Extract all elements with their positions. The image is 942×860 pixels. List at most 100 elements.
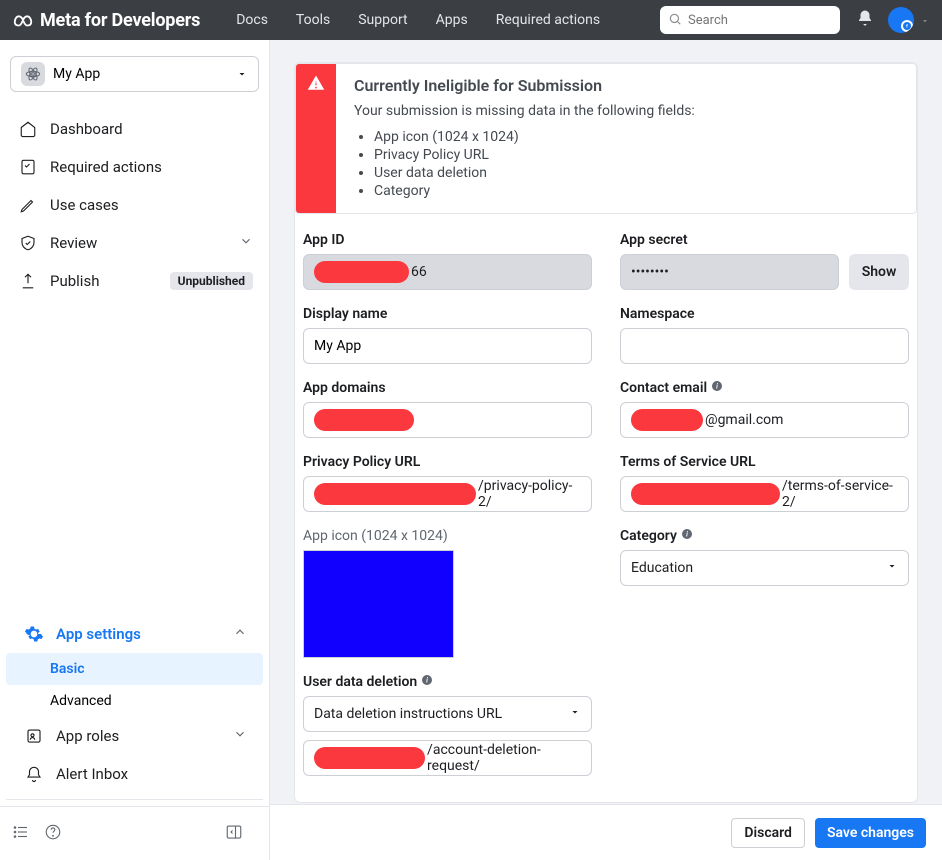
alert-title: Currently Ineligible for Submission	[354, 76, 695, 95]
redacted-block	[631, 483, 780, 505]
user-data-deletion-label: User data deletion i	[303, 674, 592, 690]
redacted-block	[314, 747, 425, 769]
app-icon-preview[interactable]	[303, 550, 454, 658]
namespace-label: Namespace	[620, 306, 909, 322]
app-secret-label: App secret	[620, 232, 909, 248]
sidebar-item-alert-inbox[interactable]: Alert Inbox	[12, 755, 257, 793]
tos-url-input[interactable]: /terms-of-service-2/	[620, 476, 909, 512]
category-label: Category i	[620, 528, 909, 544]
udd-url-input[interactable]: /account-deletion-request/	[303, 740, 592, 776]
udd-type-select[interactable]: Data deletion instructions URL	[303, 696, 592, 732]
caret-down-icon	[569, 706, 581, 722]
search-input[interactable]	[688, 13, 832, 28]
chevron-down-icon	[233, 727, 247, 745]
topnav-apps[interactable]: Apps	[436, 12, 468, 28]
tos-url-suffix: /terms-of-service-2/	[782, 478, 898, 510]
topnav-required-actions[interactable]: Required actions	[496, 12, 600, 28]
sidebar-item-label: Use cases	[50, 196, 119, 214]
sidebar-item-required-actions[interactable]: Required actions	[6, 148, 263, 186]
discard-button[interactable]: Discard	[731, 818, 805, 848]
topnav-docs[interactable]: Docs	[236, 12, 268, 28]
udd-url-suffix: /account-deletion-request/	[427, 742, 581, 774]
caret-down-icon	[920, 11, 930, 30]
sidebar-sub-basic[interactable]: Basic	[6, 653, 263, 685]
topnav-support[interactable]: Support	[358, 12, 407, 28]
app-domains-input[interactable]	[303, 402, 592, 438]
udd-type-value: Data deletion instructions URL	[314, 706, 502, 722]
collapse-panel-icon[interactable]	[225, 823, 243, 845]
info-icon[interactable]: i	[681, 528, 693, 544]
sidebar-item-use-cases[interactable]: Use cases	[6, 186, 263, 224]
save-changes-button[interactable]: Save changes	[815, 818, 926, 848]
redacted-block	[314, 409, 414, 431]
app-domains-label: App domains	[303, 380, 592, 396]
list-icon[interactable]	[12, 823, 30, 845]
privacy-url-suffix: /privacy-policy-2/	[478, 478, 581, 510]
alert-warning-icon	[296, 64, 336, 213]
category-select[interactable]: Education	[620, 550, 909, 586]
namespace-input[interactable]	[620, 328, 909, 364]
pencil-icon	[16, 196, 40, 214]
app-id-field[interactable]: 66	[303, 254, 592, 290]
svg-text:i: i	[716, 383, 718, 391]
sidebar-item-publish[interactable]: Publish Unpublished	[6, 262, 263, 300]
sidebar-item-label: Dashboard	[50, 120, 123, 138]
sidebar-item-label: App settings	[56, 625, 141, 643]
alert-item: Category	[374, 183, 695, 199]
sidebar-item-app-roles[interactable]: App roles	[12, 717, 257, 755]
search-icon	[668, 11, 682, 30]
upload-icon	[16, 272, 40, 290]
category-value: Education	[631, 560, 693, 576]
home-icon	[16, 120, 40, 138]
help-icon[interactable]	[44, 823, 62, 845]
alert-missing-list: App icon (1024 x 1024) Privacy Policy UR…	[374, 129, 695, 199]
sidebar-item-label: Required actions	[50, 158, 162, 176]
info-icon[interactable]: i	[421, 674, 433, 690]
display-name-field[interactable]	[314, 338, 581, 354]
brand-text: Meta for Developers	[40, 10, 200, 31]
contact-email-suffix: @gmail.com	[705, 412, 783, 428]
alert-item: App icon (1024 x 1024)	[374, 129, 695, 145]
info-icon[interactable]: i	[711, 380, 723, 396]
save-bar: Discard Save changes	[270, 804, 942, 860]
sidebar-footer	[0, 806, 269, 860]
brand-logo[interactable]: Meta for Developers	[12, 9, 200, 31]
caret-down-icon	[886, 560, 898, 576]
privacy-url-label: Privacy Policy URL	[303, 454, 592, 470]
display-name-input[interactable]	[303, 328, 592, 364]
avatar: f	[888, 7, 914, 33]
gear-icon	[22, 624, 46, 644]
shield-check-icon	[16, 234, 40, 252]
app-secret-masked: ••••••••	[631, 264, 669, 280]
sidebar-item-label: Review	[50, 234, 97, 252]
redacted-block	[314, 261, 409, 283]
publish-status-badge: Unpublished	[170, 272, 253, 290]
svg-text:i: i	[426, 677, 428, 685]
alert-subtitle: Your submission is missing data in the f…	[354, 103, 695, 119]
search-box[interactable]	[660, 6, 840, 34]
privacy-url-input[interactable]: /privacy-policy-2/	[303, 476, 592, 512]
account-menu[interactable]: f	[888, 7, 930, 33]
svg-text:i: i	[686, 531, 688, 539]
notifications-icon[interactable]	[856, 9, 874, 31]
top-bar: Meta for Developers Docs Tools Support A…	[0, 0, 942, 40]
namespace-field[interactable]	[631, 338, 898, 354]
meta-infinity-icon	[12, 9, 34, 31]
topnav-tools[interactable]: Tools	[296, 12, 330, 28]
app-atom-icon	[21, 62, 45, 86]
sidebar-item-label: App roles	[56, 727, 119, 745]
app-icon-label: App icon (1024 x 1024)	[303, 528, 592, 544]
content-area: Currently Ineligible for Submission Your…	[270, 40, 942, 860]
app-id-label: App ID	[303, 232, 592, 248]
show-secret-button[interactable]: Show	[849, 254, 909, 290]
sidebar-sub-advanced[interactable]: Advanced	[6, 685, 263, 717]
alert-item: User data deletion	[374, 165, 695, 181]
app-selector[interactable]: My App	[10, 56, 259, 92]
app-id-suffix: 66	[411, 264, 427, 280]
sidebar-item-dashboard[interactable]: Dashboard	[6, 110, 263, 148]
sidebar-item-app-settings[interactable]: App settings	[12, 615, 257, 653]
contact-email-input[interactable]: @gmail.com	[620, 402, 909, 438]
sidebar-item-review[interactable]: Review	[6, 224, 263, 262]
badge-id-icon	[22, 727, 46, 745]
app-secret-field[interactable]: ••••••••	[620, 254, 839, 290]
